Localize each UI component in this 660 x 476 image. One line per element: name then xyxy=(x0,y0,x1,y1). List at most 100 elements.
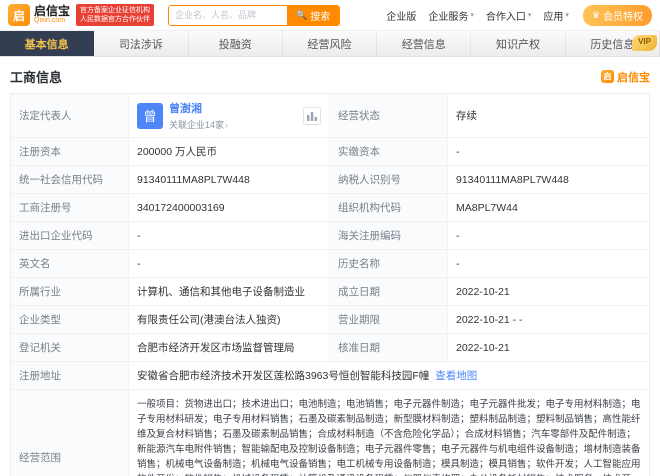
field-value: 2022-10-21 xyxy=(456,341,510,354)
vip-button-label: 会员特权 xyxy=(603,11,643,23)
business-scope: 一般项目：货物进出口；技术进出口；电池制造；电池销售；电子元器件制造；电子元器件… xyxy=(137,399,641,476)
crown-icon: ♛ xyxy=(591,9,600,20)
field-value: - xyxy=(129,222,330,249)
chevron-down-icon: ▾ xyxy=(527,12,532,19)
business-info-table: 法定代表人 曾 曾澍湘 关联企业14家 › 经营状态 存续 注册资本 20000… xyxy=(10,93,650,476)
chevron-right-icon: › xyxy=(225,119,229,130)
slogan-line-2: 人民数据官方合作伙伴 xyxy=(80,16,151,23)
field-value: 2022-10-21 xyxy=(456,285,510,298)
table-row: 企业类型 有限责任公司(港澳台法人独资) 营业期限 2022-10-21 - - xyxy=(11,306,649,334)
field-label: 所属行业 xyxy=(11,278,129,305)
table-row: 工商注册号 340172400003169 组织机构代码 MA8PL7W44 xyxy=(11,194,649,222)
field-value: 计算机、通信和其他电子设备制造业 xyxy=(129,278,330,305)
tab-basic-info[interactable]: 基本信息 xyxy=(0,31,95,56)
field-value: 91340111MA8PL7W448 xyxy=(129,166,330,193)
field-label: 企业类型 xyxy=(11,306,129,333)
registered-address-cell: 安徽省合肥市经济技术开发区莲松路3963号恒创智能科技园F幢 查看地图 xyxy=(129,362,649,389)
field-label: 核准日期 xyxy=(330,334,448,361)
nav-enterprise-edition[interactable]: 企业版 xyxy=(386,8,416,23)
field-value: 存续 xyxy=(456,110,477,122)
field-value: - xyxy=(456,229,460,242)
nav-partnership[interactable]: 合作入口 ▾ xyxy=(486,8,532,23)
field-label: 法定代表人 xyxy=(11,94,129,137)
field-value: - xyxy=(456,257,460,270)
field-value: - xyxy=(456,145,460,158)
qixin-watermark-label: 启信宝 xyxy=(617,71,650,84)
field-label: 登记机关 xyxy=(11,334,129,361)
legal-rep-cell: 曾 曾澍湘 关联企业14家 › xyxy=(129,94,330,137)
legal-rep-avatar[interactable]: 曾 xyxy=(137,102,163,129)
field-label: 统一社会信用代码 xyxy=(11,166,129,193)
table-row: 所属行业 计算机、通信和其他电子设备制造业 成立日期 2022-10-21 xyxy=(11,278,649,306)
qixin-logo-icon: 启 xyxy=(8,4,30,26)
tab-operation-risk[interactable]: 经营风险 xyxy=(283,31,378,56)
official-slogan: 官方备案企业征信机构 人民数据官方合作伙伴 xyxy=(76,4,155,26)
related-companies-link[interactable]: 关联企业14家 › xyxy=(169,118,228,131)
section-header: 工商信息 启 启信宝 xyxy=(0,57,660,93)
field-label: 注册资本 xyxy=(11,138,129,165)
field-label: 纳税人识别号 xyxy=(330,166,448,193)
search-icon: 🔍 xyxy=(296,9,308,20)
search-bar: 🔍 搜索 xyxy=(168,4,341,26)
brand-name: 启信宝 xyxy=(34,4,71,18)
tab-bar: 基本信息 司法涉诉 投融资 经营风险 经营信息 知识产权 历史信息 VIP xyxy=(0,30,660,57)
tab-intellectual-property[interactable]: 知识产权 xyxy=(471,31,566,56)
table-row: 登记机关 合肥市经济开发区市场监督管理局 核准日期 2022-10-21 xyxy=(11,334,649,362)
table-row: 进出口企业代码 - 海关注册编码 - xyxy=(11,222,649,250)
qixin-logo[interactable]: 启 启信宝 Qixin.com xyxy=(8,4,70,26)
field-label: 进出口企业代码 xyxy=(11,222,129,249)
tab-judicial-litigation[interactable]: 司法涉诉 xyxy=(94,31,189,56)
field-label: 海关注册编码 xyxy=(330,222,448,249)
brand-domain: Qixin.com xyxy=(34,17,66,24)
vip-badge[interactable]: VIP xyxy=(632,35,657,51)
field-label: 历史名称 xyxy=(330,250,448,277)
chevron-down-icon: ▾ xyxy=(470,12,474,19)
nav-enterprise-services[interactable]: 企业服务 ▾ xyxy=(428,8,474,23)
chevron-down-icon: ▾ xyxy=(565,12,569,19)
field-value: 2022-10-21 - - xyxy=(456,313,523,326)
tab-operation-info[interactable]: 经营信息 xyxy=(377,31,472,56)
field-label: 工商注册号 xyxy=(11,194,129,221)
page-title: 工商信息 xyxy=(10,70,63,85)
field-value: - xyxy=(129,250,330,277)
nav-label: 应用 xyxy=(543,11,564,23)
search-button[interactable]: 🔍 搜索 xyxy=(287,5,340,25)
related-companies-label: 关联企业14家 xyxy=(169,120,225,130)
field-label: 实缴资本 xyxy=(330,138,448,165)
top-header: 启 启信宝 Qixin.com 官方备案企业征信机构 人民数据官方合作伙伴 🔍 … xyxy=(0,0,660,30)
qixin-watermark-icon: 启 xyxy=(601,70,614,83)
vip-privilege-button[interactable]: ♛ 会员特权 xyxy=(582,4,652,26)
view-map-link[interactable]: 查看地图 xyxy=(435,368,477,383)
logo-text: 启信宝 Qixin.com xyxy=(34,5,70,25)
field-value: MA8PL7W44 xyxy=(456,201,518,214)
table-row: 注册资本 200000 万人民币 实缴资本 - xyxy=(11,138,649,166)
field-label: 经营状态 xyxy=(330,94,448,137)
equity-chart-icon[interactable] xyxy=(303,106,321,125)
legal-rep-text: 曾澍湘 关联企业14家 › xyxy=(169,100,228,131)
table-row: 注册地址 安徽省合肥市经济技术开发区莲松路3963号恒创智能科技园F幢 查看地图 xyxy=(11,362,649,390)
field-value: 合肥市经济开发区市场监督管理局 xyxy=(129,334,330,361)
field-value: 200000 万人民币 xyxy=(129,138,330,165)
table-row: 英文名 - 历史名称 - xyxy=(11,250,649,278)
nav-label: 企业版 xyxy=(386,11,417,23)
nav-label: 合作入口 xyxy=(485,11,526,23)
search-input[interactable] xyxy=(169,5,288,25)
nav-label: 企业服务 xyxy=(428,11,469,23)
field-label: 英文名 xyxy=(11,250,129,277)
header-nav: 企业版 企业服务 ▾ 合作入口 ▾ 应用 ▾ xyxy=(386,8,569,23)
legal-rep-name-link[interactable]: 曾澍湘 xyxy=(169,100,228,116)
field-value: 有限责任公司(港澳台法人独资) xyxy=(129,306,330,333)
field-label: 成立日期 xyxy=(330,278,448,305)
field-value: 91340111MA8PL7W448 xyxy=(456,173,569,186)
qixin-watermark: 启 启信宝 xyxy=(601,69,650,85)
registered-address: 安徽省合肥市经济技术开发区莲松路3963号恒创智能科技园F幢 xyxy=(137,370,430,382)
field-label: 经营范围 xyxy=(11,390,129,476)
nav-apps[interactable]: 应用 ▾ xyxy=(543,8,569,23)
field-label: 组织机构代码 xyxy=(330,194,448,221)
tab-investment-financing[interactable]: 投融资 xyxy=(189,31,283,56)
search-button-label: 搜索 xyxy=(310,11,331,23)
table-row: 法定代表人 曾 曾澍湘 关联企业14家 › 经营状态 存续 xyxy=(11,94,649,138)
field-label: 注册地址 xyxy=(11,362,129,389)
field-value: 340172400003169 xyxy=(129,194,330,221)
slogan-line-1: 官方备案企业征信机构 xyxy=(80,7,151,14)
